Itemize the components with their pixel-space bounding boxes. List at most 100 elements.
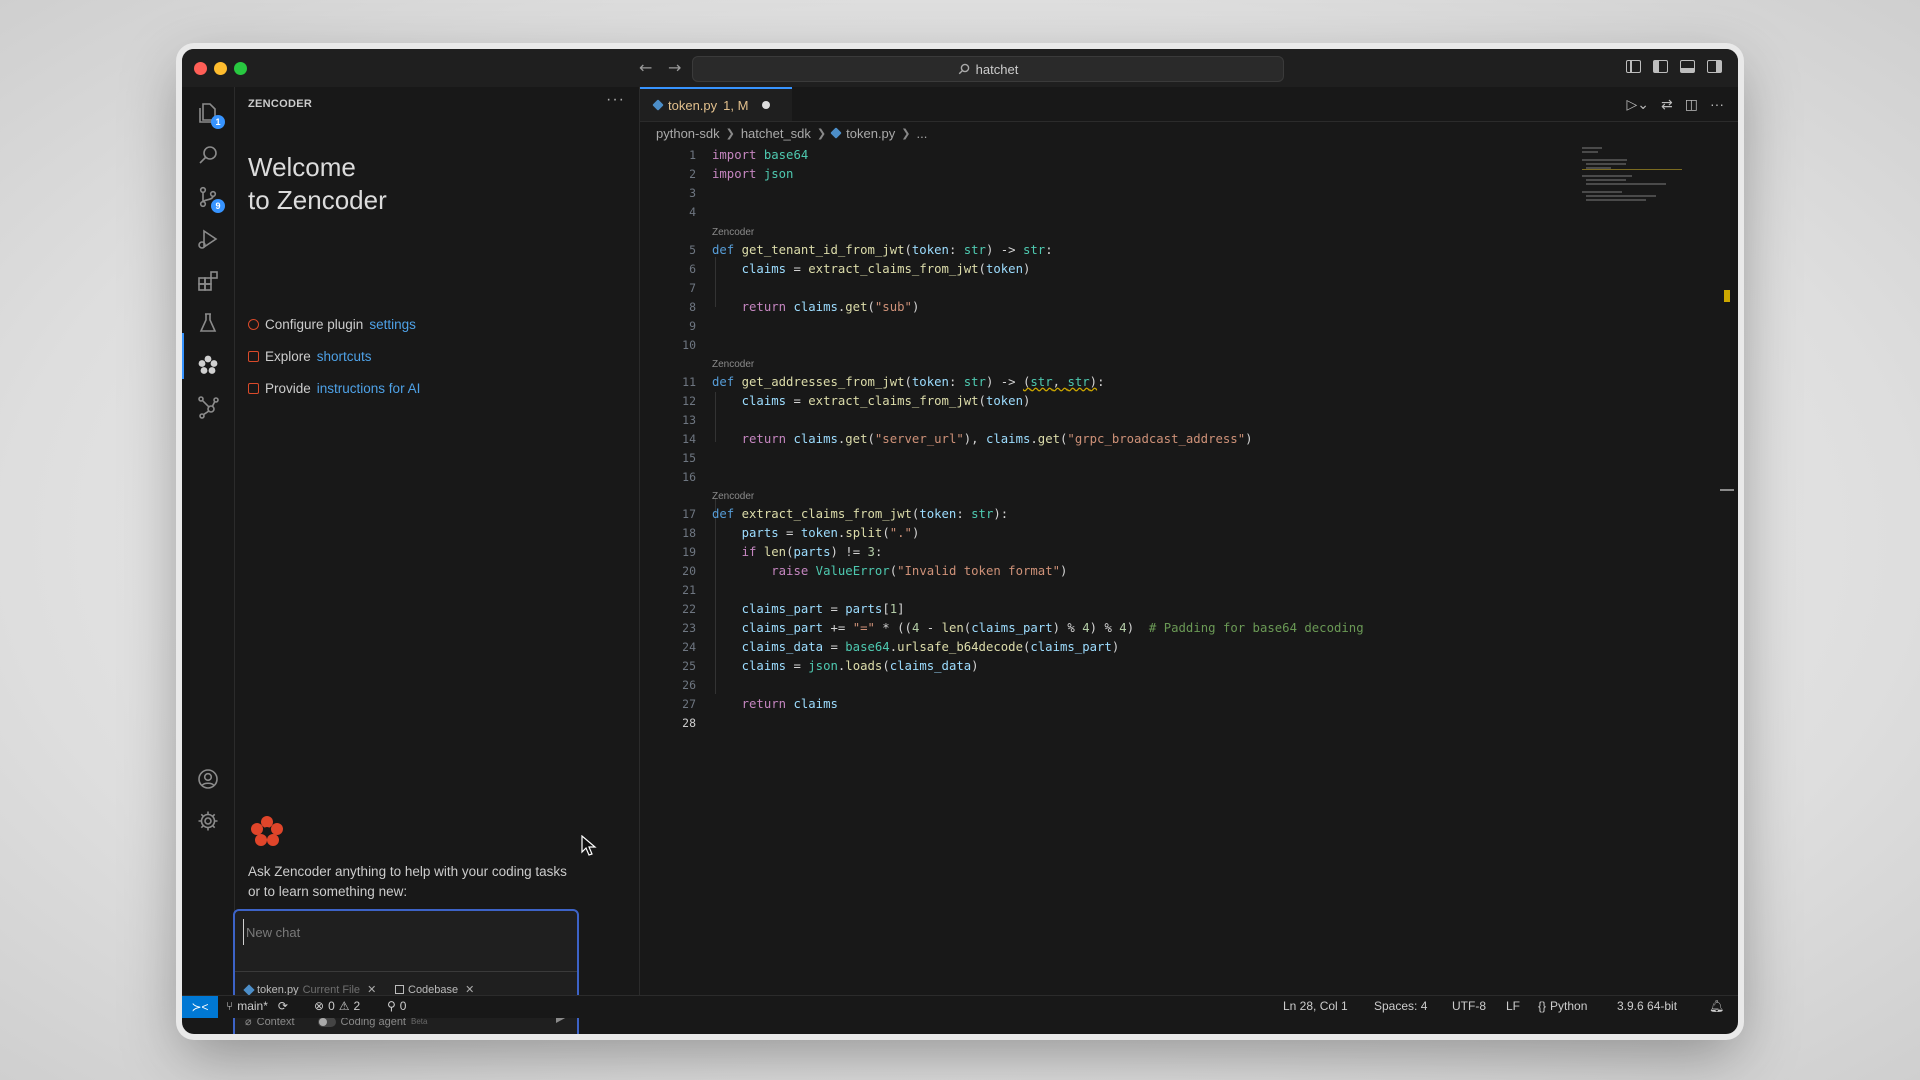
instructions-link[interactable]: instructions for AI	[317, 381, 421, 396]
breadcrumb-item[interactable]: hatchet_sdk	[741, 126, 811, 141]
title-bar: ← → hatchet	[182, 49, 1738, 88]
braces-icon: {}	[1538, 999, 1547, 1013]
scrollbar-position-marker[interactable]	[1720, 489, 1734, 491]
sync-icon[interactable]: ⟳	[278, 999, 288, 1013]
line-number: 12	[682, 394, 696, 408]
line-number: 7	[689, 281, 696, 295]
python-file-icon	[830, 127, 842, 139]
run-debug-icon[interactable]	[194, 225, 222, 253]
line-number: 14	[682, 432, 696, 446]
close-window-button[interactable]	[194, 62, 207, 75]
code-line: import json	[712, 167, 794, 181]
coding-agent-toggle[interactable]	[317, 1016, 336, 1027]
new-chat-input[interactable]	[243, 919, 568, 945]
command-center-search[interactable]: hatchet	[692, 56, 1284, 82]
line-number: 27	[682, 697, 696, 711]
end-of-line[interactable]: LF	[1506, 999, 1520, 1013]
settings-link[interactable]: settings	[369, 317, 416, 332]
settings-icon[interactable]	[194, 807, 222, 835]
toggle-secondary-sidebar-icon[interactable]	[1707, 60, 1722, 73]
branch-name: main*	[237, 999, 268, 1013]
provide-instructions-link[interactable]: Provide instructions for AI	[248, 381, 420, 396]
welcome-line-1: Welcome	[248, 152, 356, 182]
code-line: def extract_claims_from_jwt(token: str):	[712, 507, 1009, 521]
run-file-icon[interactable]: ▷⌄	[1627, 96, 1650, 113]
code-editor[interactable]: 1 import base64 2 import json 3 4 Zencoder…	[640, 146, 1640, 846]
code-line: raise ValueError("Invalid token format")	[771, 564, 1068, 578]
back-arrow-icon[interactable]: ←	[639, 58, 652, 77]
testing-icon[interactable]	[194, 309, 222, 337]
zencoder-codelens[interactable]: Zencoder	[712, 490, 754, 504]
minimize-window-button[interactable]	[214, 62, 227, 75]
line-number: 10	[682, 338, 696, 352]
layout-controls	[1626, 60, 1722, 73]
code-line: parts = token.split(".")	[741, 526, 920, 540]
graph-icon[interactable]	[194, 393, 222, 421]
toggle-primary-sidebar-icon[interactable]	[1653, 60, 1668, 73]
chevron-right-icon: ❯	[725, 127, 735, 140]
toggle-panel-icon[interactable]	[1680, 60, 1695, 73]
ports-status[interactable]: ⚲ 0	[387, 999, 406, 1013]
chip-file-sub: Current File	[302, 983, 361, 996]
extensions-icon[interactable]	[194, 267, 222, 295]
cursor-position[interactable]: Ln 28, Col 1	[1283, 999, 1348, 1013]
customize-layout-icon[interactable]	[1626, 60, 1641, 73]
notifications-bell-icon[interactable]: 🔔︎	[1709, 999, 1724, 1013]
tab-label: token.py	[668, 97, 718, 113]
tab-status: 1, M	[723, 97, 749, 113]
code-line: if len(parts) != 3:	[741, 545, 883, 559]
welcome-heading: Welcome to Zencoder	[248, 151, 387, 217]
search-icon	[958, 63, 969, 75]
editor-tabs: token.py 1, M ▷⌄ ⇄ ◫ ···	[640, 87, 1738, 122]
code-line: return claims	[741, 697, 838, 711]
more-actions-icon[interactable]: ···	[1710, 96, 1724, 113]
line-number: 25	[682, 659, 696, 673]
code-line: def get_addresses_from_jwt(token: str) -…	[712, 375, 1105, 389]
zencoder-icon[interactable]	[194, 351, 222, 379]
gear-icon	[248, 319, 259, 330]
more-actions-icon[interactable]: ···	[606, 91, 625, 109]
search-icon[interactable]	[194, 141, 222, 169]
line-number: 4	[689, 205, 696, 219]
remote-indicator-icon[interactable]: ≻<	[182, 996, 218, 1018]
language-mode[interactable]: {} Python	[1538, 999, 1587, 1013]
errors-count: 0	[328, 999, 335, 1013]
breadcrumb-item[interactable]: ...	[917, 126, 928, 141]
vscode-window: ← → hatchet 1 9 ZENCODER ··· Welcome to …	[182, 49, 1738, 1034]
tab-token-py[interactable]: token.py 1, M	[640, 87, 792, 121]
python-file-icon	[652, 99, 664, 111]
breadcrumb-item[interactable]: token.py	[846, 126, 895, 141]
indentation[interactable]: Spaces: 4	[1374, 999, 1427, 1013]
compare-changes-icon[interactable]: ⇄	[1661, 96, 1673, 113]
line-number: 3	[689, 186, 696, 200]
code-line: return claims.get("server_url"), claims.…	[741, 432, 1253, 446]
explorer-icon[interactable]: 1	[194, 99, 225, 129]
forward-arrow-icon[interactable]: →	[668, 58, 681, 77]
branch-status[interactable]: ⑂ main* ⟳	[226, 999, 288, 1013]
shortcuts-link[interactable]: shortcuts	[317, 349, 372, 364]
zencoder-codelens[interactable]: Zencoder	[712, 226, 754, 240]
line-number: 11	[682, 375, 696, 389]
line-number: 24	[682, 640, 696, 654]
line-number: 18	[682, 526, 696, 540]
unsaved-dot-icon[interactable]	[762, 101, 771, 109]
welcome-line-2: to Zencoder	[248, 185, 387, 215]
code-line: claims = json.loads(claims_data)	[741, 659, 979, 673]
zencoder-logo-icon	[251, 816, 283, 846]
encoding[interactable]: UTF-8	[1452, 999, 1486, 1013]
line-number: 28	[682, 716, 696, 730]
explore-shortcuts-link[interactable]: Explore shortcuts	[248, 349, 372, 364]
zencoder-codelens[interactable]: Zencoder	[712, 358, 754, 372]
minimap[interactable]	[1582, 147, 1682, 207]
source-control-icon[interactable]: 9	[194, 183, 225, 213]
python-interpreter[interactable]: 3.9.6 64-bit	[1617, 999, 1677, 1013]
zoom-window-button[interactable]	[234, 62, 247, 75]
line-number: 19	[682, 545, 696, 559]
link-prefix: Provide	[265, 381, 311, 396]
configure-settings-link[interactable]: Configure plugin settings	[248, 317, 416, 332]
breadcrumb-item[interactable]: python-sdk	[656, 126, 720, 141]
account-icon[interactable]	[194, 765, 222, 793]
split-editor-icon[interactable]: ◫	[1685, 96, 1698, 113]
problems-status[interactable]: ⊗ 0 ⚠ 2	[314, 999, 360, 1013]
zencoder-panel: ZENCODER ··· Welcome to Zencoder Configu…	[233, 87, 640, 1034]
